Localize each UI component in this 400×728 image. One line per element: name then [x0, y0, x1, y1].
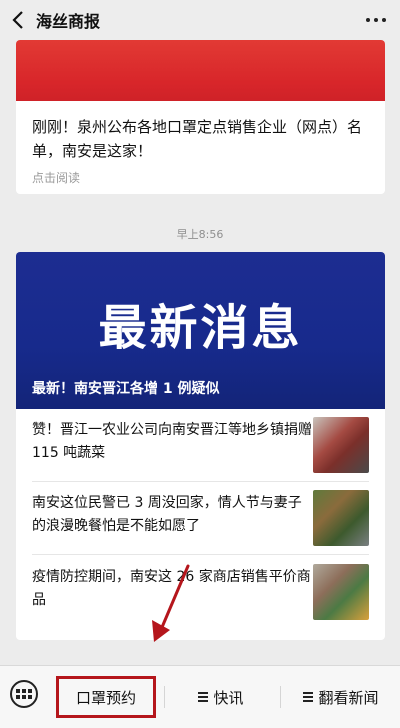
menu-list-icon	[198, 690, 209, 704]
menu-item-flash-news[interactable]: 快讯	[166, 666, 276, 728]
article-banner-image	[16, 40, 385, 101]
keyboard-icon[interactable]	[10, 680, 38, 708]
back-button[interactable]	[0, 0, 36, 40]
news-item-title: 赞！晋江一农业公司向南安晋江等地乡镇捐赠 115 吨蔬菜	[32, 422, 312, 461]
news-list-item[interactable]: 疫情防控期间，南安这 26 家商店销售平价商品	[16, 556, 385, 627]
divider	[32, 554, 369, 555]
menu-item-browse-news[interactable]: 翻看新闻	[282, 666, 400, 728]
more-icon[interactable]	[366, 12, 386, 28]
menu-item-mask-reservation[interactable]: 口罩预约	[56, 666, 156, 728]
news-thumbnail	[313, 490, 369, 546]
message-timestamp: 早上8:56	[176, 228, 224, 241]
read-more-link[interactable]: 点击阅读	[16, 163, 385, 186]
article-card[interactable]: 刚刚！泉州公布各地口罩定点销售企业（网点）名单，南安是这家！ 点击阅读	[16, 40, 385, 194]
news-thumbnail	[313, 564, 369, 620]
page-title: 海丝商报	[36, 12, 101, 31]
hero-caption: 最新！南安晋江各增 1 例疑似	[32, 381, 220, 397]
menu-separator	[280, 686, 281, 708]
news-item-title: 疫情防控期间，南安这 26 家商店销售平价商品	[32, 569, 311, 608]
hero-banner[interactable]: 最新消息 最新！南安晋江各增 1 例疑似	[16, 252, 385, 409]
menu-separator	[164, 686, 165, 708]
menu-item-label: 口罩预约	[75, 688, 136, 707]
menu-item-label: 翻看新闻	[318, 688, 379, 707]
hero-banner-text: 最新消息	[98, 300, 303, 356]
top-bar: 海丝商报	[0, 0, 400, 40]
article-headline: 刚刚！泉州公布各地口罩定点销售企业（网点）名单，南安是这家！	[32, 118, 363, 160]
news-list-item[interactable]: 南安这位民警已 3 周没回家，情人节与妻子的浪漫晚餐怕是不能如愿了	[16, 482, 385, 553]
news-item-title: 南安这位民警已 3 周没回家，情人节与妻子的浪漫晚餐怕是不能如愿了	[32, 495, 302, 534]
bottom-menu-bar: 口罩预约 快讯 翻看新闻	[0, 665, 400, 728]
news-card: 最新消息 最新！南安晋江各增 1 例疑似 赞！晋江一农业公司向南安晋江等地乡镇捐…	[16, 252, 385, 640]
menu-item-label: 快讯	[213, 688, 244, 707]
chevron-left-icon	[12, 11, 23, 29]
news-thumbnail	[313, 417, 369, 473]
news-list-item[interactable]: 赞！晋江一农业公司向南安晋江等地乡镇捐赠 115 吨蔬菜	[16, 409, 385, 480]
highlight-box: 口罩预约	[56, 676, 156, 718]
menu-list-icon	[303, 690, 314, 704]
